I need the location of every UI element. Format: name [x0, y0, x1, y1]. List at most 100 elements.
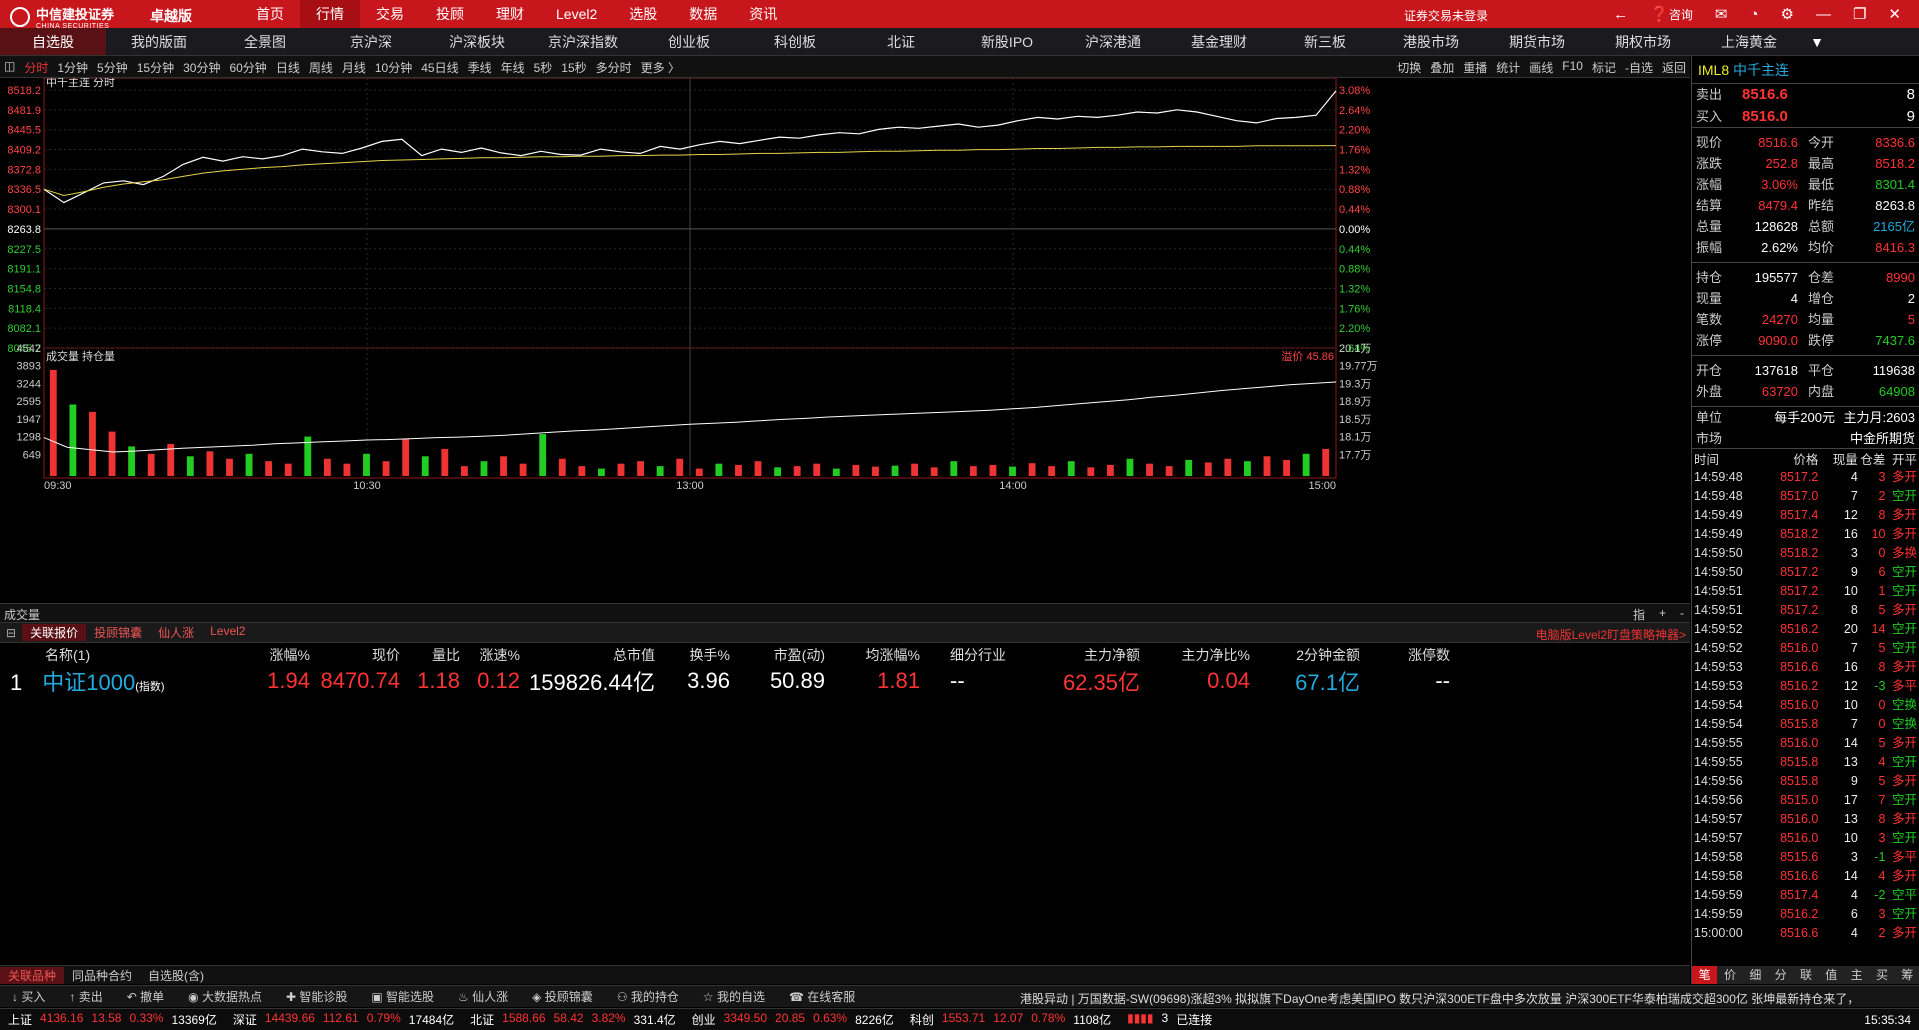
row-name-cell[interactable]: 1 中证1000(指数)	[10, 665, 240, 697]
market-tab-6[interactable]: 创业板	[636, 28, 742, 55]
action-7[interactable]: ◈ 投顾锦囊	[520, 988, 605, 1005]
status-kc[interactable]: 科创 1553.71 12.07 0.78% 1108亿	[902, 1011, 1119, 1028]
market-tab-12[interactable]: 新三板	[1272, 28, 1378, 55]
market-tab-9[interactable]: 新股IPO	[954, 28, 1060, 55]
mail-icon[interactable]: ✉	[1715, 5, 1728, 23]
period-7[interactable]: 周线	[309, 59, 333, 76]
panel-toggle-icon[interactable]: ◫	[4, 59, 15, 76]
chart-svg[interactable]: 8518.2 3.08% 8481.9 2.64% 8445.5 2.20% 8409.2 1…	[0, 78, 1690, 502]
market-tab-3[interactable]: 京沪深	[318, 28, 424, 55]
tick-row[interactable]: 14:59:54 8516.0 10 0 空换	[1692, 696, 1919, 715]
market-tab-14[interactable]: 期货市场	[1484, 28, 1590, 55]
action-3[interactable]: ◉ 大数据热点	[176, 988, 274, 1005]
period-12[interactable]: 年线	[501, 59, 525, 76]
market-tab-8[interactable]: 北证	[848, 28, 954, 55]
right-tab-7[interactable]: 买	[1869, 966, 1894, 984]
top-menu-1[interactable]: 行情	[300, 0, 360, 28]
market-tab-1[interactable]: 我的版面	[106, 28, 212, 55]
col-header-0[interactable]: 名称(1)	[10, 645, 240, 665]
action-8[interactable]: ⚇ 我的持仓	[605, 988, 691, 1005]
vol-tool-1[interactable]: +	[1659, 606, 1666, 623]
bottom-tab-1[interactable]: 同品种合约	[64, 967, 140, 984]
period-3[interactable]: 15分钟	[137, 59, 174, 76]
buy-price[interactable]: 8516.0	[1742, 106, 1832, 127]
tick-row[interactable]: 14:59:59 8516.2 6 3 空开	[1692, 905, 1919, 924]
market-tab-5[interactable]: 京沪深指数	[530, 28, 636, 55]
period-0[interactable]: 分时	[24, 59, 48, 76]
login-status[interactable]: 证券交易未登录	[1404, 7, 1488, 24]
col-header-8[interactable]: 均涨幅%	[825, 645, 920, 665]
market-tab-4[interactable]: 沪深板块	[424, 28, 530, 55]
status-sh[interactable]: 上证 4136.16 13.58 0.33% 13369亿	[0, 1011, 225, 1028]
tick-row[interactable]: 14:59:48 8517.0 7 2 空开	[1692, 487, 1919, 506]
tool-3[interactable]: 统计	[1496, 59, 1520, 76]
tick-row[interactable]: 14:59:48 8517.2 4 3 多开	[1692, 468, 1919, 487]
gear-icon[interactable]: ⚙	[1781, 5, 1794, 23]
intraday-chart[interactable]: 8518.2 3.08% 8481.9 2.64% 8445.5 2.20% 8409.2 1…	[0, 78, 1690, 602]
tool-4[interactable]: 画线	[1529, 59, 1553, 76]
tick-row[interactable]: 14:59:53 8516.2 12 -3 多平	[1692, 677, 1919, 696]
tick-row[interactable]: 14:59:51 8517.2 10 1 空开	[1692, 582, 1919, 601]
market-tab-2[interactable]: 全景图	[212, 28, 318, 55]
status-bz[interactable]: 北证 1588.66 58.42 3.82% 331.4亿	[462, 1011, 684, 1028]
tool-2[interactable]: 重播	[1463, 59, 1487, 76]
sub-tab-3[interactable]: Level2	[202, 624, 253, 641]
row-name[interactable]: 中证1000	[42, 670, 135, 695]
right-tab-4[interactable]: 联	[1793, 966, 1818, 984]
tick-row[interactable]: 14:59:49 8517.4 12 8 多开	[1692, 506, 1919, 525]
col-header-10[interactable]: 主力净额	[1020, 645, 1140, 665]
action-5[interactable]: ▣ 智能选股	[359, 988, 446, 1005]
status-sz[interactable]: 深证 14439.66 112.61 0.79% 17484亿	[225, 1011, 462, 1028]
table-row[interactable]: 1 中证1000(指数) 1.94 8470.74 1.18 0.12 159826.44亿…	[0, 666, 1690, 696]
period-5[interactable]: 60分钟	[229, 59, 266, 76]
col-header-7[interactable]: 市盈(动)	[730, 645, 825, 665]
tick-row[interactable]: 14:59:55 8516.0 14 5 多开	[1692, 734, 1919, 753]
period-1[interactable]: 1分钟	[57, 59, 88, 76]
right-tab-3[interactable]: 分	[1768, 966, 1793, 984]
period-10[interactable]: 45日线	[421, 59, 458, 76]
top-menu-4[interactable]: 理财	[480, 0, 540, 28]
tool-5[interactable]: F10	[1562, 59, 1583, 76]
sub-tab-2[interactable]: 仙人涨	[150, 624, 202, 641]
tick-row[interactable]: 14:59:58 8516.6 14 4 多开	[1692, 867, 1919, 886]
top-menu-8[interactable]: 资讯	[733, 0, 793, 28]
vol-tool-2[interactable]: -	[1680, 606, 1684, 623]
period-2[interactable]: 5分钟	[97, 59, 128, 76]
tick-row[interactable]: 14:59:56 8515.8 9 5 多开	[1692, 772, 1919, 791]
bottom-tab-0[interactable]: 关联品种	[0, 966, 65, 984]
tick-row[interactable]: 14:59:53 8516.6 16 8 多开	[1692, 658, 1919, 677]
settings-mini-icon[interactable]: ⊟	[0, 626, 22, 640]
level2-ad-link[interactable]: 电脑版Level2盯盘策略神器>	[1536, 626, 1686, 643]
tick-row[interactable]: 14:59:52 8516.2 20 14 空开	[1692, 620, 1919, 639]
col-header-13[interactable]: 涨停数	[1360, 645, 1450, 665]
tool-6[interactable]: 标记	[1592, 59, 1616, 76]
top-menu-6[interactable]: 选股	[613, 0, 673, 28]
period-8[interactable]: 月线	[342, 59, 366, 76]
consult-button[interactable]: ❓咨询	[1650, 5, 1693, 23]
col-header-9[interactable]: 细分行业	[920, 645, 1020, 665]
action-2[interactable]: ↶ 撤单	[115, 988, 176, 1005]
col-header-11[interactable]: 主力净比%	[1140, 645, 1250, 665]
action-0[interactable]: ↓ 买入	[0, 988, 57, 1005]
tick-row[interactable]: 14:59:51 8517.2 8 5 多开	[1692, 601, 1919, 620]
period-14[interactable]: 15秒	[561, 59, 586, 76]
period-6[interactable]: 日线	[276, 59, 300, 76]
tick-row[interactable]: 14:59:54 8515.8 7 0 空换	[1692, 715, 1919, 734]
vol-tool-0[interactable]: 指	[1633, 606, 1645, 623]
tick-row[interactable]: 15:00:00 8516.6 4 2 多开	[1692, 924, 1919, 943]
action-1[interactable]: ↑ 卖出	[57, 988, 114, 1005]
bottom-tab-2[interactable]: 自选股(含)	[140, 967, 212, 984]
market-tab-10[interactable]: 沪深港通	[1060, 28, 1166, 55]
market-tab-16[interactable]: 上海黄金	[1696, 28, 1802, 55]
top-menu-3[interactable]: 投顾	[420, 0, 480, 28]
sub-tab-0[interactable]: 关联报价	[22, 624, 87, 641]
action-4[interactable]: ✚ 智能诊股	[274, 988, 359, 1005]
tool-8[interactable]: 返回	[1662, 59, 1686, 76]
market-tab-15[interactable]: 期权市场	[1590, 28, 1696, 55]
period-13[interactable]: 5秒	[534, 59, 553, 76]
tick-row[interactable]: 14:59:55 8515.8 13 4 空开	[1692, 753, 1919, 772]
tool-1[interactable]: 叠加	[1430, 59, 1454, 76]
top-menu-7[interactable]: 数据	[673, 0, 733, 28]
right-tab-8[interactable]: 筹	[1895, 966, 1919, 984]
period-16[interactable]: 更多 〉	[641, 59, 680, 76]
